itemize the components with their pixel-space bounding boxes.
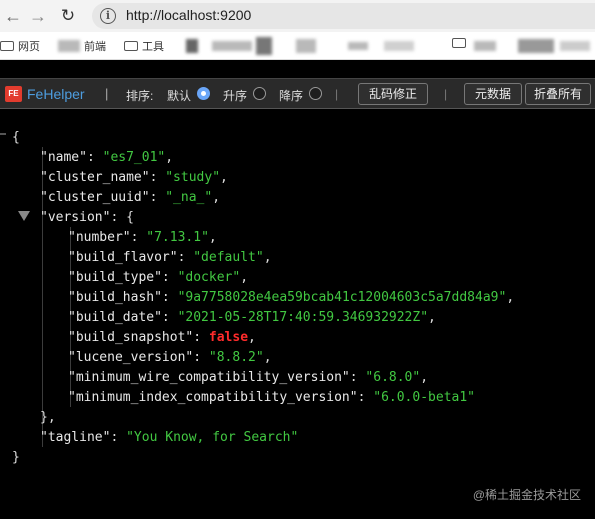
json-line: "build_snapshot": false, [68, 330, 256, 345]
json-string: "_na_" [165, 190, 213, 205]
json-line: "minimum_wire_compatibility_version": "6… [68, 370, 429, 385]
json-key: "cluster_name" [40, 170, 150, 185]
redacted-block [518, 39, 554, 53]
json-string: "6.8.0" [365, 370, 421, 385]
redacted-block [256, 37, 272, 55]
folder-icon [124, 41, 138, 51]
json-string: "study" [165, 170, 221, 185]
json-line: "version": { [40, 210, 134, 225]
sort-default-radio[interactable] [197, 87, 210, 100]
back-arrow-icon[interactable]: ← [3, 6, 23, 26]
json-line: "minimum_index_compatibility_version": "… [68, 390, 475, 405]
raw-data-button[interactable]: 元数据 [464, 83, 522, 105]
bookmark-label: 网页 [18, 41, 40, 53]
collapse-triangle-icon[interactable] [18, 211, 30, 221]
json-line: "lucene_version": "8.8.2", [68, 350, 272, 365]
fehelper-toolbar: FE FeHelper | 排序: 默认 升序 降序 | 乱码修正 | 元数据 … [0, 78, 595, 109]
watermark: @稀土掘金技术社区 [472, 488, 581, 502]
json-line: "build_flavor": "default", [68, 250, 272, 265]
url-text[interactable]: http://localhost:9200 [126, 7, 251, 23]
json-key: "build_hash" [68, 290, 162, 305]
json-line: "number": "7.13.1", [68, 230, 217, 245]
json-key: "build_type" [68, 270, 162, 285]
json-key: "minimum_index_compatibility_version" [68, 390, 358, 405]
sort-default-label: 默认 [167, 89, 192, 103]
json-line: "cluster_name": "study", [40, 170, 228, 185]
json-string: "2021-05-28T17:40:59.346932922Z" [177, 310, 429, 325]
sort-label: 排序: [126, 89, 154, 103]
info-icon[interactable]: i [100, 8, 116, 24]
redacted-block [474, 41, 496, 51]
json-string: "You Know, for Search" [126, 430, 299, 445]
json-brace: } [12, 450, 20, 465]
json-key: "lucene_version" [68, 350, 194, 365]
redacted-block [560, 41, 590, 51]
bookmark-label: 前端 [84, 41, 106, 53]
toolbar-divider: | [444, 87, 448, 101]
sort-desc-radio[interactable] [309, 87, 322, 100]
json-line: "build_date": "2021-05-28T17:40:59.34693… [68, 310, 436, 325]
json-string: "7.13.1" [146, 230, 209, 245]
fehelper-logo-icon: FE [5, 86, 22, 102]
json-string: "9a7758028e4ea59bcab41c12004603c5a7dd84a… [177, 290, 507, 305]
json-key: "name" [40, 150, 87, 165]
json-key: "number" [68, 230, 131, 245]
sort-asc-radio[interactable] [253, 87, 266, 100]
toolbar-divider: | [105, 86, 109, 101]
json-line: "build_type": "docker", [68, 270, 249, 285]
fehelper-title: FeHelper [27, 86, 85, 102]
bookmark-folder[interactable] [452, 38, 470, 54]
fix-encoding-button[interactable]: 乱码修正 [358, 83, 428, 105]
folder-icon [452, 38, 466, 48]
bookmark-folder[interactable]: 工具 [124, 38, 164, 54]
json-viewer: { "name": "es7_01", "cluster_name": "stu… [0, 110, 595, 519]
json-brace: }, [40, 410, 56, 425]
address-bar[interactable]: i http://localhost:9200 [92, 3, 595, 29]
json-line: "tagline": "You Know, for Search" [40, 430, 299, 445]
json-brace: { [126, 210, 134, 225]
json-key: "version" [40, 210, 111, 225]
json-line: "name": "es7_01", [40, 150, 174, 165]
redacted-block [186, 39, 198, 53]
sort-asc-label: 升序 [223, 89, 248, 103]
redacted-block [58, 40, 80, 52]
forward-arrow-icon[interactable]: → [28, 6, 48, 26]
json-brace: { [12, 130, 20, 145]
json-string: "6.0.0-beta1" [373, 390, 475, 405]
bookmark-label: 工具 [142, 41, 164, 53]
json-line: "cluster_uuid": "_na_", [40, 190, 221, 205]
json-key: "minimum_wire_compatibility_version" [68, 370, 350, 385]
sort-desc-label: 降序 [279, 89, 304, 103]
browser-toolbar: ← → ↻ i http://localhost:9200 [0, 0, 595, 32]
json-key: "build_snapshot" [68, 330, 194, 345]
json-string: "es7_01" [102, 150, 166, 165]
folder-icon [0, 41, 14, 51]
redacted-block [296, 39, 316, 53]
json-string: "8.8.2" [208, 350, 264, 365]
redacted-block [212, 41, 252, 51]
bookmark-folder[interactable]: 前端 [84, 38, 106, 54]
json-line: "build_hash": "9a7758028e4ea59bcab41c120… [68, 290, 515, 305]
bookmark-folder[interactable]: 网页 [0, 38, 40, 54]
json-string: "default" [193, 250, 264, 265]
json-key: "build_date" [68, 310, 162, 325]
json-key: "tagline" [40, 430, 111, 445]
json-string: "docker" [177, 270, 241, 285]
redacted-block [384, 41, 414, 51]
reload-icon[interactable]: ↻ [58, 6, 78, 26]
json-key: "build_flavor" [68, 250, 178, 265]
redacted-block [348, 42, 368, 50]
collapse-all-button[interactable]: 折叠所有 [525, 83, 591, 105]
json-boolean: false [208, 330, 249, 345]
toolbar-divider: | [335, 87, 339, 101]
gutter-marker [0, 133, 6, 135]
json-key: "cluster_uuid" [40, 190, 150, 205]
bookmarks-bar: 网页 前端 工具 [0, 32, 595, 60]
